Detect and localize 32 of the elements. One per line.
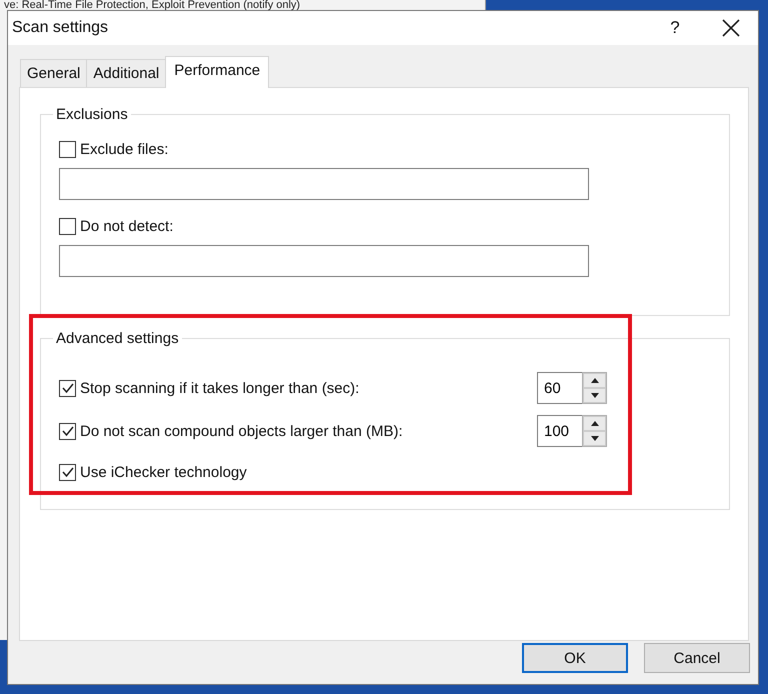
checkbox[interactable]	[59, 141, 76, 158]
checkbox-label: Do not scan compound objects larger than (MB):	[80, 422, 403, 440]
dialog-button[interactable]: OK	[522, 643, 628, 673]
checkbox-label: Exclude files:	[80, 141, 168, 158]
checkbox-label: Stop scanning if it takes longer than (sec):	[80, 380, 360, 396]
down-arrow-icon	[590, 436, 598, 441]
dialog-button[interactable]: Cancel	[644, 643, 750, 673]
up-arrow-icon	[590, 421, 598, 426]
tab[interactable]: General	[20, 59, 88, 87]
checkbox[interactable]	[59, 218, 76, 235]
window-title: Scan settings	[12, 19, 110, 37]
checkbox[interactable]	[59, 422, 76, 440]
tab[interactable]: Performance	[165, 56, 270, 88]
group-title: Exclusions	[55, 106, 129, 123]
up-arrow-icon	[590, 378, 598, 383]
group-title: Advanced settings	[55, 330, 180, 347]
input-field[interactable]	[59, 168, 589, 200]
checkbox[interactable]	[59, 380, 76, 396]
close-icon	[722, 19, 740, 37]
number-field[interactable]: 100	[537, 415, 582, 447]
checkbox-label: Use iChecker technology	[80, 464, 247, 480]
spin-down-button[interactable]	[583, 431, 606, 446]
checkbox-label: Do not detect:	[80, 218, 174, 235]
help-button[interactable]: ?	[652, 11, 698, 45]
checkbox[interactable]	[59, 464, 76, 480]
background-window-text: ve: Real-Time File Protection, Exploit Prevention (notify only)	[4, 0, 300, 11]
spin-up-button[interactable]	[583, 416, 606, 431]
spin-up-button[interactable]	[583, 373, 606, 388]
number-field[interactable]: 60	[537, 372, 582, 404]
spin-down-button[interactable]	[583, 388, 606, 403]
input-field[interactable]	[59, 245, 589, 277]
down-arrow-icon	[590, 393, 598, 398]
